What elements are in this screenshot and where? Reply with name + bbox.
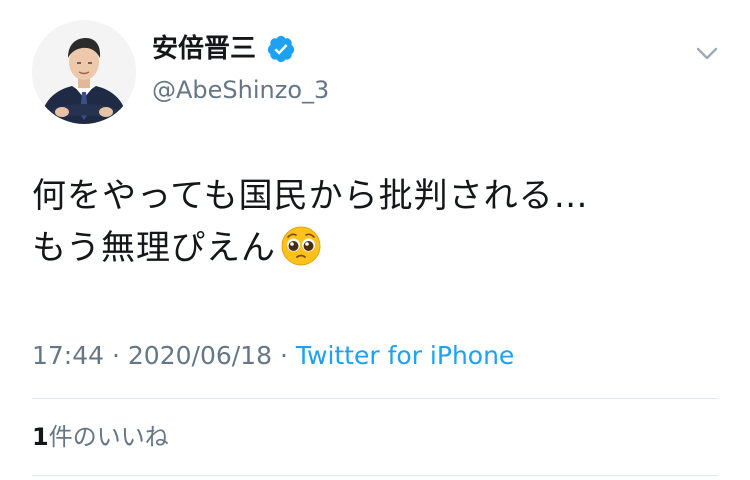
pleading-face-emoji: [281, 226, 321, 266]
avatar-photo: [32, 20, 136, 124]
tweet-card: 安倍晋三 @AbeShinzo_3 何をやっても国民から批判される… もう無理ぴ…: [0, 0, 750, 480]
meta-separator: ·: [112, 341, 120, 370]
user-handle[interactable]: @AbeShinzo_3: [152, 74, 329, 106]
tweet-text-line-2: もう無理ぴえん: [32, 222, 732, 274]
meta-separator: ·: [279, 341, 288, 370]
divider: [32, 475, 718, 476]
avatar[interactable]: [32, 20, 136, 124]
likes-link[interactable]: 1件のいいね: [32, 420, 169, 454]
display-name[interactable]: 安倍晋三: [152, 32, 256, 66]
verified-badge-icon: [267, 35, 295, 63]
tweet-text-line-2-text: もう無理ぴえん: [32, 228, 276, 268]
tweet-date[interactable]: 2020/06/18: [128, 341, 272, 370]
chevron-down-icon[interactable]: [690, 36, 724, 70]
tweet-source-link[interactable]: Twitter for iPhone: [296, 341, 514, 370]
divider: [32, 398, 718, 399]
likes-label: 件のいいね: [48, 423, 169, 451]
tweet-time[interactable]: 17:44: [32, 341, 104, 370]
likes-count: 1: [32, 423, 49, 451]
tweet-text-line-1: 何をやっても国民から批判される…: [32, 176, 589, 216]
tweet-meta: 17:44 · 2020/06/18 · Twitter for iPhone: [32, 338, 514, 374]
tweet-text: 何をやっても国民から批判される… もう無理ぴえん: [32, 170, 732, 274]
